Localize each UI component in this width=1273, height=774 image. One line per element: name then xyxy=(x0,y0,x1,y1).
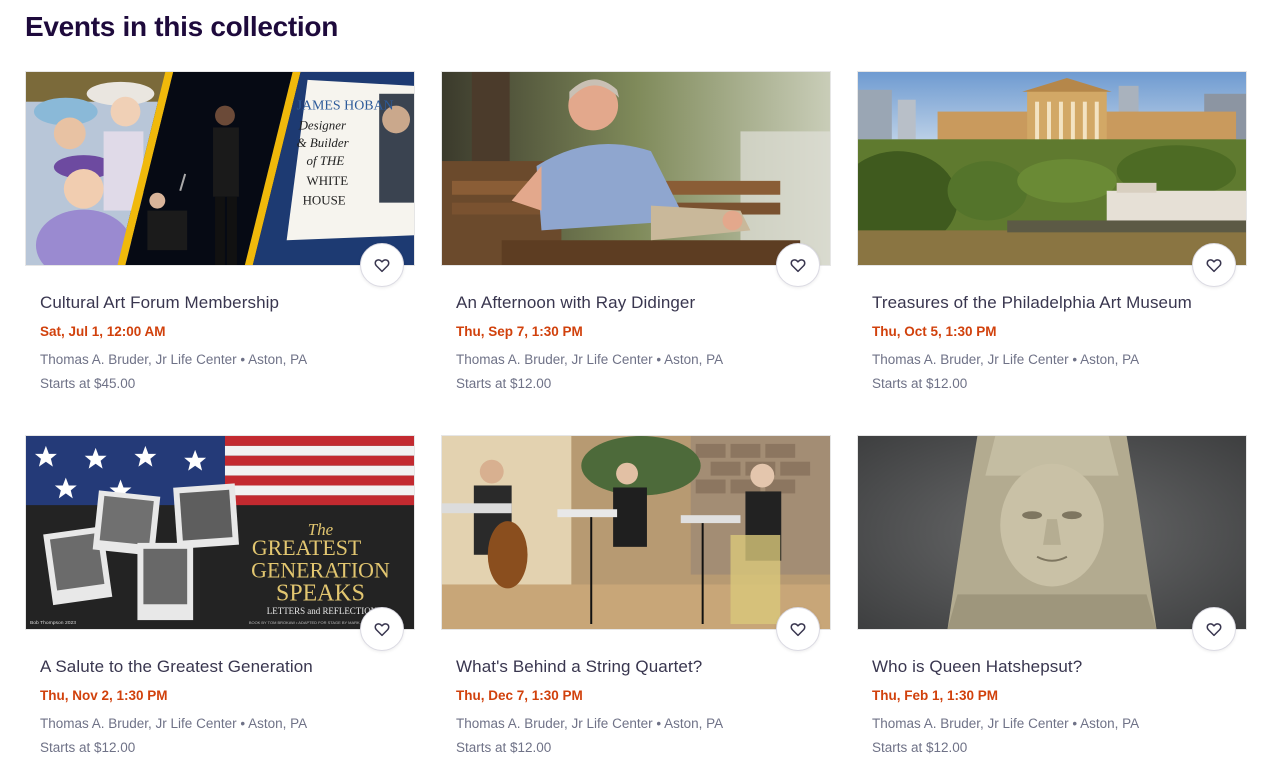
favorite-button[interactable] xyxy=(1192,243,1236,287)
event-title[interactable]: Who is Queen Hatshepsut? xyxy=(872,657,1242,677)
event-venue: Thomas A. Bruder, Jr Life Center • Aston… xyxy=(456,716,724,731)
event-price: Starts at $12.00 xyxy=(456,376,552,391)
favorite-button[interactable] xyxy=(1192,607,1236,651)
book-title-line: of THE xyxy=(307,154,345,168)
event-details: A Salute to the Greatest Generation Thu,… xyxy=(40,657,410,757)
event-image-ray-didinger[interactable] xyxy=(441,71,831,266)
heart-outline-icon xyxy=(790,259,806,273)
poster-line: GENERATION xyxy=(251,559,390,583)
event-date: Thu, Feb 1, 1:30 PM xyxy=(872,688,999,703)
favorite-button[interactable] xyxy=(360,607,404,651)
event-details: Who is Queen Hatshepsut? Thu, Feb 1, 1:3… xyxy=(872,657,1242,757)
event-title[interactable]: A Salute to the Greatest Generation xyxy=(40,657,410,677)
heart-outline-icon xyxy=(1206,623,1222,637)
event-image-hatshepsut[interactable] xyxy=(857,435,1247,630)
event-image-sculpture xyxy=(858,436,1246,629)
event-venue: Thomas A. Bruder, Jr Life Center • Aston… xyxy=(40,352,308,367)
collection-page: Events in this collection JAMES HOBAN De… xyxy=(25,0,1260,774)
event-image-quartet xyxy=(442,436,830,629)
heart-outline-icon xyxy=(1206,259,1222,273)
event-image-string-quartet[interactable] xyxy=(441,435,831,630)
event-image-greatest-generation[interactable]: The GREATEST GENERATION SPEAKS LETTERS a… xyxy=(25,435,415,630)
event-price: Starts at $12.00 xyxy=(40,740,136,755)
event-venue: Thomas A. Bruder, Jr Life Center • Aston… xyxy=(456,352,724,367)
poster-credit: Bob Thompson 2023 xyxy=(30,620,76,626)
event-date: Thu, Nov 2, 1:30 PM xyxy=(40,688,168,703)
event-details: Cultural Art Forum Membership Sat, Jul 1… xyxy=(40,293,410,393)
event-date: Thu, Oct 5, 1:30 PM xyxy=(872,324,997,339)
event-price: Starts at $12.00 xyxy=(872,376,968,391)
book-title-line: HOUSE xyxy=(303,194,346,208)
book-title-line: WHITE xyxy=(307,174,349,188)
event-image-cultural-art-forum[interactable]: JAMES HOBAN Designer & Builder of THE WH… xyxy=(25,71,415,266)
favorite-button[interactable] xyxy=(776,607,820,651)
event-venue: Thomas A. Bruder, Jr Life Center • Aston… xyxy=(40,716,308,731)
event-date: Sat, Jul 1, 12:00 AM xyxy=(40,324,166,339)
event-image-philadelphia-museum[interactable] xyxy=(857,71,1247,266)
heart-outline-icon xyxy=(374,259,390,273)
event-price: Starts at $12.00 xyxy=(456,740,552,755)
heart-outline-icon xyxy=(374,623,390,637)
event-date: Thu, Sep 7, 1:30 PM xyxy=(456,324,583,339)
book-title-line: Designer xyxy=(298,118,347,132)
event-card[interactable]: An Afternoon with Ray Didinger Thu, Sep … xyxy=(441,71,831,395)
event-image-portrait xyxy=(442,72,830,265)
event-title[interactable]: Cultural Art Forum Membership xyxy=(40,293,410,313)
event-card[interactable]: What's Behind a String Quartet? Thu, Dec… xyxy=(441,435,831,759)
event-title[interactable]: An Afternoon with Ray Didinger xyxy=(456,293,826,313)
event-title[interactable]: Treasures of the Philadelphia Art Museum xyxy=(872,293,1242,313)
event-date: Thu, Dec 7, 1:30 PM xyxy=(456,688,583,703)
poster-footer: BOOK BY TOM BROKAW • ADAPTED FOR STAGE B… xyxy=(249,620,363,625)
event-image-art: JAMES HOBAN Designer & Builder of THE WH… xyxy=(26,72,414,265)
event-details: What's Behind a String Quartet? Thu, Dec… xyxy=(456,657,826,757)
event-card[interactable]: Who is Queen Hatshepsut? Thu, Feb 1, 1:3… xyxy=(857,435,1247,759)
event-details: Treasures of the Philadelphia Art Museum… xyxy=(872,293,1242,393)
event-venue: Thomas A. Bruder, Jr Life Center • Aston… xyxy=(872,716,1140,731)
event-image-museum xyxy=(858,72,1246,265)
favorite-button[interactable] xyxy=(776,243,820,287)
section-title: Events in this collection xyxy=(25,11,339,42)
favorite-button[interactable] xyxy=(360,243,404,287)
event-details: An Afternoon with Ray Didinger Thu, Sep … xyxy=(456,293,826,393)
event-card[interactable]: Treasures of the Philadelphia Art Museum… xyxy=(857,71,1247,395)
poster-line: GREATEST xyxy=(252,536,361,560)
book-title-line: & Builder xyxy=(297,136,350,150)
book-title-line: JAMES HOBAN xyxy=(297,99,394,114)
event-image-flag-poster: The GREATEST GENERATION SPEAKS LETTERS a… xyxy=(26,436,414,629)
event-price: Starts at $12.00 xyxy=(872,740,968,755)
event-price: Starts at $45.00 xyxy=(40,376,136,391)
heart-outline-icon xyxy=(790,623,806,637)
event-card[interactable]: The GREATEST GENERATION SPEAKS LETTERS a… xyxy=(25,435,415,759)
events-grid: JAMES HOBAN Designer & Builder of THE WH… xyxy=(25,71,1247,759)
event-venue: Thomas A. Bruder, Jr Life Center • Aston… xyxy=(872,352,1140,367)
poster-line: SPEAKS xyxy=(276,580,365,606)
event-title[interactable]: What's Behind a String Quartet? xyxy=(456,657,826,677)
event-card[interactable]: JAMES HOBAN Designer & Builder of THE WH… xyxy=(25,71,415,395)
